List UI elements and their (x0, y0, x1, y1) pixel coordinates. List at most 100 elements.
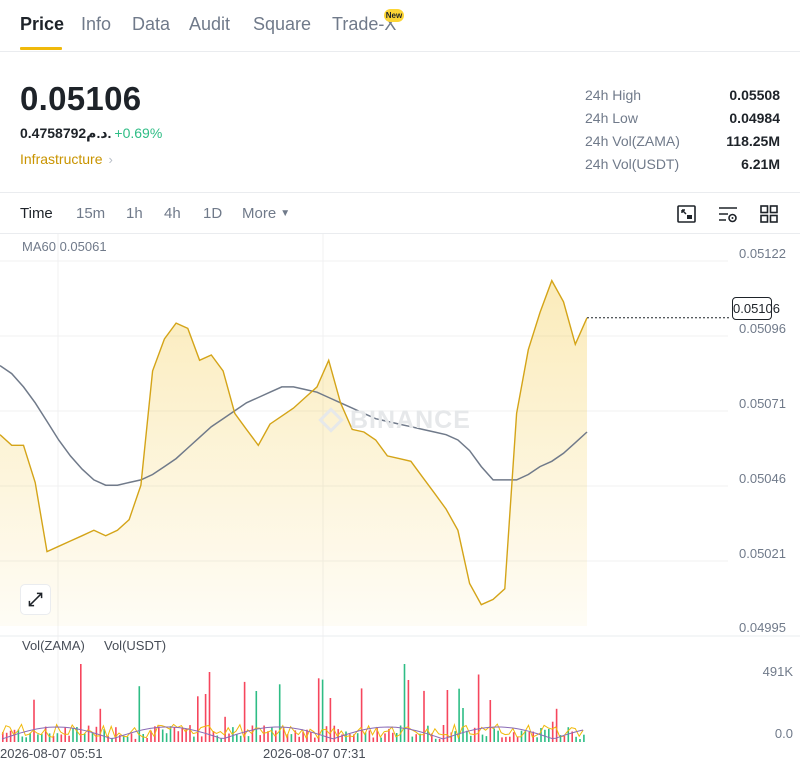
timeframe-4h[interactable]: 4h (164, 205, 181, 222)
timeframe-15m[interactable]: 15m (76, 205, 105, 222)
stat-24h-low: 24h Low 0.04984 (585, 110, 780, 133)
price-area (0, 280, 587, 626)
tab-audit[interactable]: Audit (189, 14, 230, 35)
volume-bar (392, 732, 394, 742)
volume-bar (146, 738, 148, 742)
vol-usdt-label: Vol(USDT) (104, 638, 167, 653)
volume-bar (489, 700, 492, 742)
volume-bar (189, 725, 191, 742)
volume-bar (41, 734, 43, 742)
volume-bar (548, 728, 550, 742)
tab-info[interactable]: Info (81, 14, 111, 35)
volume-bar (575, 736, 577, 742)
volume-bar (80, 664, 82, 742)
y-axis-tick: 0.05021 (739, 546, 786, 561)
volume-bar (555, 708, 558, 742)
timeframe-1h[interactable]: 1h (126, 205, 143, 222)
volume-bar (395, 733, 398, 742)
volume-bar (329, 698, 332, 742)
volume-bar (407, 680, 410, 742)
volume-bar (173, 727, 176, 742)
tab-data[interactable]: Data (132, 14, 170, 35)
volume-bar (505, 736, 507, 742)
volume-bar (501, 737, 503, 742)
volume-bar (512, 732, 515, 742)
volume-bar (438, 738, 441, 742)
volume-bar (158, 726, 160, 742)
timeframe-1d[interactable]: 1D (203, 205, 222, 222)
price-chart[interactable] (0, 234, 800, 766)
category-label: Infrastructure (20, 151, 103, 167)
volume-bar (485, 736, 488, 742)
expand-icon[interactable] (20, 584, 51, 615)
volume-bar (177, 731, 180, 742)
volume-bar (134, 738, 137, 742)
fiat-price: 0.4758792م.د. (20, 125, 112, 141)
volume-bar (415, 734, 417, 742)
volume-bar (220, 738, 222, 742)
volume-bar (454, 731, 456, 742)
volume-bar (13, 729, 16, 742)
volume-bar (48, 733, 51, 742)
y-axis-tick: 0.05096 (739, 321, 786, 336)
stats-panel: 24h High 0.05508 24h Low 0.04984 24h Vol… (585, 87, 780, 179)
y-axis-tick: 0.04995 (739, 620, 786, 635)
volume-bar (91, 732, 94, 742)
vol-zama-label: Vol(ZAMA) (22, 638, 85, 653)
volume-bar (563, 736, 566, 742)
volume-bar (360, 688, 363, 742)
ma60-label: MA60 0.05061 (22, 239, 107, 254)
timeframe-time[interactable]: Time (20, 205, 53, 222)
volume-bar (442, 725, 445, 742)
volume-bar (278, 684, 281, 742)
volume-bar (204, 694, 207, 742)
category-link[interactable]: Infrastructure › (20, 151, 113, 167)
fullscreen-chart-icon[interactable] (676, 203, 698, 225)
volume-bar (33, 699, 35, 742)
volume-bar (83, 733, 86, 742)
chevron-right-icon: › (108, 152, 113, 167)
volume-bar (193, 736, 195, 742)
volume-bar (247, 736, 250, 742)
volume-bar (239, 735, 242, 742)
volume-bar (255, 691, 258, 742)
chart-settings-icon[interactable] (717, 203, 739, 225)
stat-label: 24h Vol(USDT) (585, 156, 680, 172)
active-tab-indicator (20, 47, 62, 50)
volume-bar (470, 735, 472, 742)
tab-price[interactable]: Price (20, 14, 64, 35)
volume-bar (44, 726, 47, 742)
stat-24h-high: 24h High 0.05508 (585, 87, 780, 110)
binance-logo-icon (318, 407, 344, 433)
stat-value: 0.04984 (729, 110, 780, 126)
new-badge: New (384, 9, 404, 22)
volume-bar (56, 733, 59, 742)
volume-bar (161, 729, 164, 742)
volume-bar (528, 732, 531, 742)
volume-bar (466, 730, 468, 742)
volume-bar (87, 725, 90, 742)
volume-bar (434, 738, 437, 742)
tab-bar: Price Info Data Audit Square Trade-X New (0, 0, 800, 52)
stat-label: 24h High (585, 87, 642, 103)
tab-square[interactable]: Square (253, 14, 311, 35)
volume-bar (314, 737, 316, 742)
volume-bar (21, 736, 24, 742)
volume-bar (200, 736, 203, 742)
y-axis-tick: 0.05071 (739, 396, 786, 411)
volume-bar (165, 733, 168, 742)
volume-bar (197, 696, 199, 742)
layout-grid-icon[interactable] (758, 203, 780, 225)
volume-bar (142, 734, 144, 742)
volume-bar (271, 727, 273, 742)
volume-bar (368, 730, 371, 742)
chart-toolbar: Time 15m 1h 4h 1D More ▼ (0, 193, 800, 233)
timeframe-more[interactable]: More ▼ (242, 205, 290, 222)
volume-bar (462, 708, 464, 742)
volume-bar (232, 727, 234, 742)
volume-bar (380, 737, 382, 742)
volume-bar (310, 732, 312, 742)
vol-axis-tick: 491K (762, 664, 793, 679)
volume-bar (411, 736, 414, 742)
volume-bar (115, 727, 117, 742)
